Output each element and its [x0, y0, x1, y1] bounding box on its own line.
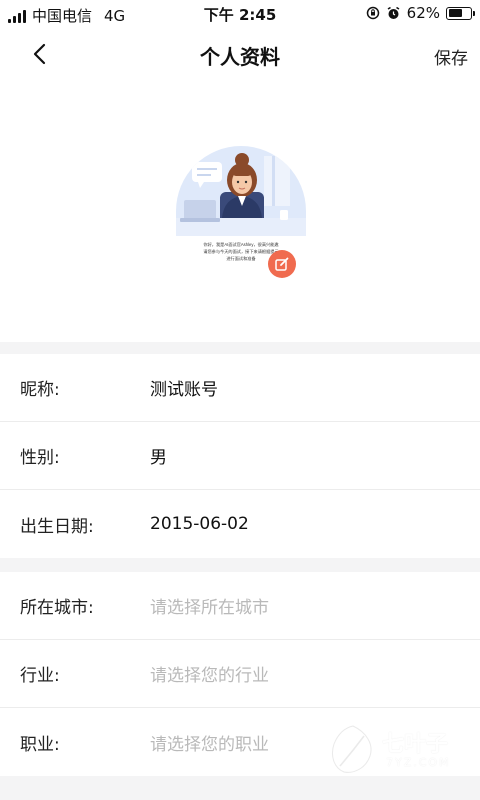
- birthdate-row[interactable]: 出生日期: 2015-06-02: [0, 490, 480, 558]
- alarm-icon: [387, 6, 400, 19]
- status-bar: 中国电信 4G 下午 2:45 62%: [0, 0, 480, 28]
- avatar-caption-line2: 请您参与今天的面试，接下来请根据提示: [203, 248, 278, 255]
- watermark-text: 七叶子: [382, 732, 449, 757]
- section-divider: [0, 558, 480, 572]
- battery-percent: 62%: [406, 4, 440, 22]
- city-select[interactable]: 请选择所在城市: [150, 593, 269, 618]
- nickname-label: 昵称:: [20, 380, 60, 400]
- avatar-caption-line1: 你好，我是AI面试官Ashley，很高兴能邀: [203, 241, 279, 248]
- avatar-section: 你好，我是AI面试官Ashley，很高兴能邀 请您参与今天的面试，接下来请根据提…: [0, 80, 480, 342]
- gender-label: 性别:: [20, 448, 60, 468]
- watermark: 七叶子 7YZ.COM: [326, 722, 466, 782]
- battery-icon: [446, 6, 475, 20]
- occupation-select[interactable]: 请选择您的职业: [150, 730, 269, 755]
- city-row[interactable]: 所在城市: 请选择所在城市: [0, 572, 480, 640]
- nickname-row[interactable]: 昵称: 测试账号: [0, 354, 480, 422]
- page-title: 个人资料: [200, 45, 280, 69]
- birthdate-value[interactable]: 2015-06-02: [150, 514, 249, 534]
- save-button[interactable]: 保存: [434, 44, 468, 69]
- edit-icon: [275, 257, 289, 271]
- orientation-lock-icon: [366, 6, 379, 20]
- status-right: 62%: [366, 4, 475, 22]
- avatar-caption-line3: 进行面试和准备: [226, 255, 256, 262]
- profile-basic-section: 昵称: 测试账号 性别: 男 出生日期: 2015-06-02: [0, 354, 480, 558]
- industry-label: 行业:: [20, 666, 60, 686]
- watermark-subtext: 7YZ.COM: [386, 756, 451, 769]
- industry-row[interactable]: 行业: 请选择您的行业: [0, 640, 480, 708]
- birthdate-label: 出生日期:: [20, 516, 94, 537]
- industry-select[interactable]: 请选择您的行业: [150, 661, 269, 686]
- gender-row[interactable]: 性别: 男: [0, 422, 480, 490]
- occupation-label: 职业:: [20, 734, 60, 755]
- edit-avatar-button[interactable]: [268, 250, 296, 278]
- nav-bar: 个人资料 保存: [0, 28, 480, 80]
- leaf-logo-icon: [331, 725, 372, 773]
- city-label: 所在城市:: [20, 598, 94, 618]
- nickname-value[interactable]: 测试账号: [150, 375, 218, 400]
- section-divider: [0, 342, 480, 354]
- gender-value[interactable]: 男: [150, 443, 167, 468]
